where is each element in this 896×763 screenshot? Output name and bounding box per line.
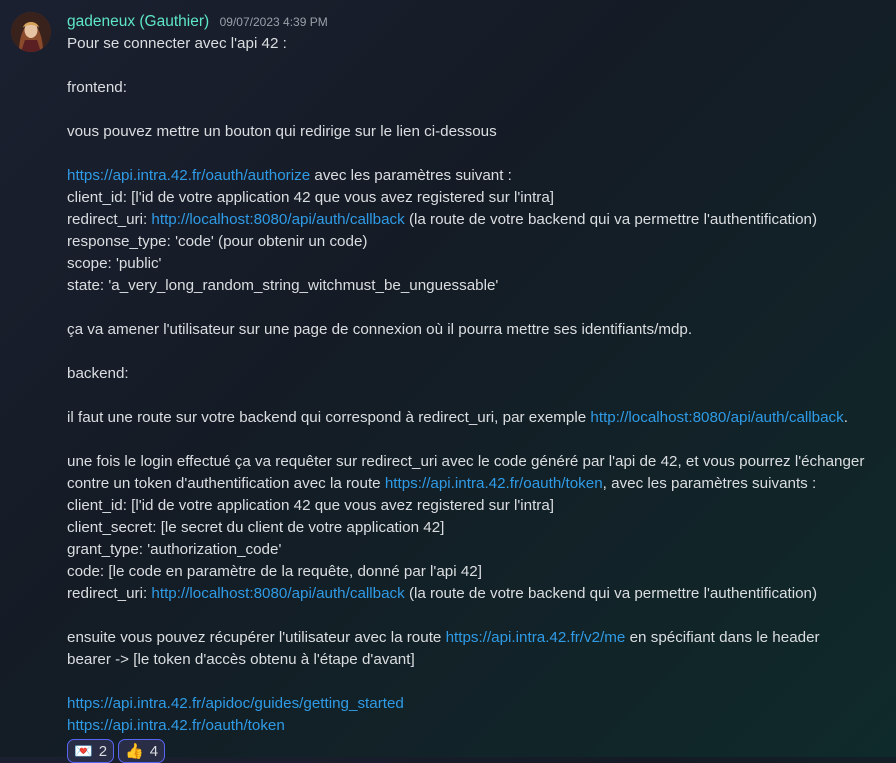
message-text: frontend: (67, 79, 127, 96)
reactions-bar: 💌 2 👍 4 (67, 739, 166, 763)
message-link[interactable]: https://api.intra.42.fr/v2/me (446, 629, 626, 646)
thumbs-up-emoji-icon: 👍 (125, 742, 144, 760)
username[interactable]: gadeneux (Gauthier) (67, 13, 209, 30)
message-body: Pour se connecter avec l'api 42 : fronte… (67, 33, 896, 737)
message-line: https://api.intra.42.fr/oauth/authorize … (67, 165, 896, 187)
message-link[interactable]: https://api.intra.42.fr/oauth/authorize (67, 167, 310, 184)
message-line (67, 605, 896, 627)
message-line: client_id: [l'id de votre application 42… (67, 495, 896, 517)
message-line: vous pouvez mettre un bouton qui redirig… (67, 121, 896, 143)
message-line: code: [le code en paramètre de la requêt… (67, 561, 896, 583)
message-text: code: [le code en paramètre de la requêt… (67, 563, 482, 580)
message-text: client_secret: [le secret du client de v… (67, 519, 445, 536)
message-line: state: 'a_very_long_random_string_witchm… (67, 275, 896, 297)
message-link[interactable]: https://api.intra.42.fr/oauth/token (385, 475, 603, 492)
message-text: une fois le login effectué ça va requête… (67, 453, 865, 470)
message-line: contre un token d'authentification avec … (67, 473, 896, 495)
user-avatar[interactable] (11, 12, 51, 52)
message-link[interactable]: http://localhost:8080/api/auth/callback (151, 211, 404, 228)
message-text: en spécifiant dans le header (625, 629, 820, 646)
message-text: redirect_uri: (67, 211, 152, 228)
chat-message: gadeneux (Gauthier) 09/07/2023 4:39 PM P… (0, 0, 896, 763)
message-line: il faut une route sur votre backend qui … (67, 407, 896, 429)
message-line: client_secret: [le secret du client de v… (67, 517, 896, 539)
message-line: https://api.intra.42.fr/oauth/token (67, 715, 896, 737)
message-text: (la route de votre backend qui va permet… (404, 585, 818, 602)
message-text: response_type: 'code' (pour obtenir un c… (67, 233, 368, 250)
message-text: redirect_uri: (67, 585, 152, 602)
message-line: ensuite vous pouvez récupérer l'utilisat… (67, 627, 896, 649)
message-text: il faut une route sur votre backend qui … (67, 409, 591, 426)
message-line: client_id: [l'id de votre application 42… (67, 187, 896, 209)
message-line (67, 429, 896, 451)
message-text: (la route de votre backend qui va permet… (404, 211, 818, 228)
message-line (67, 341, 896, 363)
message-line (67, 143, 896, 165)
message-text: avec les paramètres suivant : (310, 167, 512, 184)
message-line: ça va amener l'utilisateur sur une page … (67, 319, 896, 341)
reaction-button[interactable]: 💌 2 (67, 739, 115, 763)
message-line: une fois le login effectué ça va requête… (67, 451, 896, 473)
message-line (67, 671, 896, 693)
message-line: response_type: 'code' (pour obtenir un c… (67, 231, 896, 253)
message-link[interactable]: https://api.intra.42.fr/oauth/token (67, 717, 285, 734)
message-link[interactable]: http://localhost:8080/api/auth/callback (590, 409, 843, 426)
message-text: , avec les paramètres suivants : (602, 475, 817, 492)
message-text: bearer -> [le token d'accès obtenu à l'é… (67, 651, 415, 668)
message-text: scope: 'public' (67, 255, 162, 272)
message-text: client_id: [l'id de votre application 42… (67, 189, 555, 206)
message-line: backend: (67, 363, 896, 385)
message-header: gadeneux (Gauthier) 09/07/2023 4:39 PM (67, 11, 896, 33)
message-text: ensuite vous pouvez récupérer l'utilisat… (67, 629, 446, 646)
avatar-portrait-icon (11, 12, 51, 52)
message-line: https://api.intra.42.fr/apidoc/guides/ge… (67, 693, 896, 715)
message-text: backend: (67, 365, 129, 382)
message-line: bearer -> [le token d'accès obtenu à l'é… (67, 649, 896, 671)
message-line: redirect_uri: http://localhost:8080/api/… (67, 583, 896, 605)
message-line: scope: 'public' (67, 253, 896, 275)
message-line: frontend: (67, 77, 896, 99)
message-link[interactable]: https://api.intra.42.fr/apidoc/guides/ge… (67, 695, 404, 712)
message-text: state: 'a_very_long_random_string_witchm… (67, 277, 499, 294)
message-line (67, 99, 896, 121)
message-line: redirect_uri: http://localhost:8080/api/… (67, 209, 896, 231)
message-text: client_id: [l'id de votre application 42… (67, 497, 555, 514)
message-text: ça va amener l'utilisateur sur une page … (67, 321, 693, 338)
love-letter-emoji-icon: 💌 (74, 742, 93, 760)
message-line: grant_type: 'authorization_code' (67, 539, 896, 561)
message-line (67, 297, 896, 319)
message-line (67, 385, 896, 407)
message-text: . (843, 409, 848, 426)
message-line (67, 55, 896, 77)
reaction-button[interactable]: 👍 4 (118, 739, 166, 763)
message-text: contre un token d'authentification avec … (67, 475, 385, 492)
message-text: vous pouvez mettre un bouton qui redirig… (67, 123, 497, 140)
message-text: grant_type: 'authorization_code' (67, 541, 282, 558)
message-line: Pour se connecter avec l'api 42 : (67, 33, 896, 55)
message-link[interactable]: http://localhost:8080/api/auth/callback (151, 585, 404, 602)
message-content: gadeneux (Gauthier) 09/07/2023 4:39 PM P… (67, 11, 896, 737)
message-timestamp[interactable]: 09/07/2023 4:39 PM (220, 15, 328, 29)
message-text: Pour se connecter avec l'api 42 : (67, 35, 287, 52)
